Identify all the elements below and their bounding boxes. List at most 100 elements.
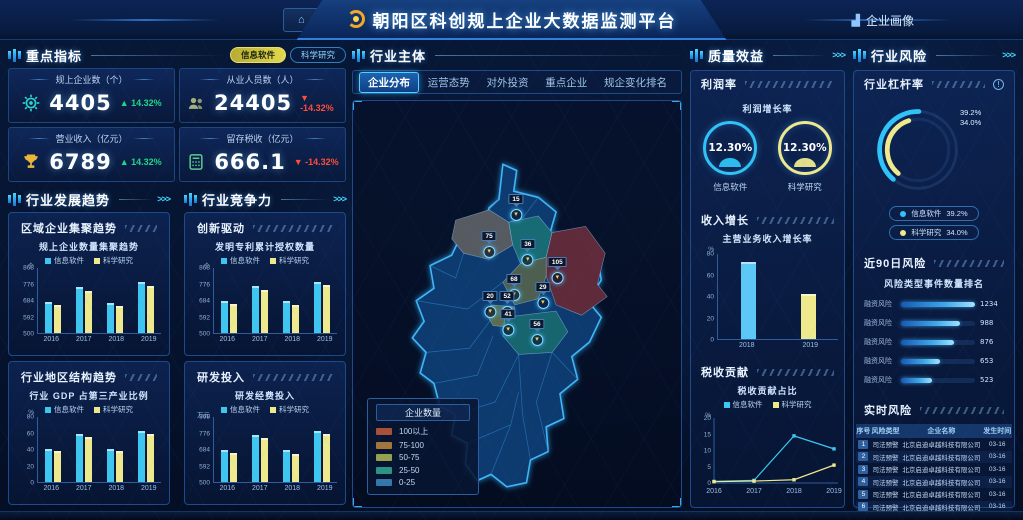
- kpi-card: 从业人员数（人）24405▼ -14.32%: [179, 68, 346, 123]
- risk-rank-row: 融资风险988: [856, 318, 1012, 328]
- kpi-toggle-信息软件[interactable]: 信息软件: [230, 47, 286, 63]
- legend-label: 0-25: [399, 478, 415, 487]
- map-pin[interactable]: 105▾: [548, 257, 567, 284]
- bar: [138, 282, 145, 333]
- legend-swatch: [376, 454, 392, 461]
- tab-运营态势[interactable]: 运营态势: [420, 73, 478, 92]
- map-legend: 企业数量 100以上75-10050-7525-500-25: [367, 398, 479, 495]
- risk-title: 行业风险: [871, 46, 927, 65]
- innovation-panel: 创新驱动 发明专利累计授权数量信息软件科学研究个5005926847768682…: [184, 212, 346, 356]
- tab-企业分布[interactable]: 企业分布: [359, 72, 419, 93]
- competitiveness-more-button[interactable]: >>>: [333, 194, 346, 204]
- line-chart-canvas: 05101520%2016201720182019: [694, 412, 842, 496]
- map-pin[interactable]: 15▾: [508, 194, 523, 221]
- table-cell-seq: 4: [856, 476, 871, 489]
- axis-tick: 684: [199, 298, 210, 305]
- axis-tick: 776: [23, 281, 34, 288]
- bar-group: [221, 268, 237, 333]
- bar: [138, 431, 145, 482]
- section-accent-icon: [8, 49, 21, 62]
- bar: [292, 305, 299, 333]
- map-pin-value: 20: [482, 291, 497, 301]
- axis-label: 2016: [35, 336, 68, 343]
- table-row[interactable]: 2司法预警北京启迪卓越科技有限公司03-16: [856, 451, 1012, 464]
- legend-label: 50-75: [399, 453, 419, 462]
- tab-对外投资[interactable]: 对外投资: [479, 73, 537, 92]
- legend-swatch: [376, 479, 392, 486]
- kpi-card: 营业收入（亿元）6789▲ 14.32%: [8, 127, 175, 182]
- app-title-bar: 朝阳区科创规上企业大数据监测平台: [297, 0, 727, 40]
- leverage-legend: 信息软件39.2%科学研究34.0%: [856, 206, 1012, 240]
- bar: [85, 291, 92, 333]
- x-axis: 2016201720182019: [35, 334, 165, 343]
- risk-rank-chart-title: 风险类型事件数量排名: [856, 277, 1012, 290]
- map-pin[interactable]: 20▾: [482, 291, 497, 318]
- map-pin-value: 52: [500, 291, 515, 301]
- gdp-share-chart: 行业 GDP 占第三产业比例信息软件科学研究%02040608020162017…: [13, 389, 165, 492]
- chart-legend-item: 信息软件: [45, 255, 84, 266]
- platform-logo-icon: [347, 10, 365, 28]
- quality-section-header: 质量效益 >>>: [690, 46, 845, 64]
- industry-tabs: 企业分布运营态势对外投资重点企业规企变化排名: [352, 70, 682, 94]
- bar-group: [283, 417, 299, 482]
- plot-area: [213, 268, 337, 334]
- table-row[interactable]: 1司法预警北京启迪卓越科技有限公司03-16: [856, 438, 1012, 451]
- axis-label: 2017: [244, 336, 277, 343]
- tab-规企变化排名[interactable]: 规企变化排名: [596, 73, 675, 92]
- cluster-trend-panel: 区域企业集聚趋势 规上企业数量集聚趋势信息软件科学研究个500592684776…: [8, 212, 170, 356]
- table-row[interactable]: 3司法预警北京启迪卓越科技有限公司03-16: [856, 463, 1012, 476]
- trend-more-button[interactable]: >>>: [157, 194, 170, 204]
- risk-more-button[interactable]: >>>: [1002, 50, 1015, 60]
- table-cell: 03-16: [982, 463, 1012, 476]
- legend-swatch: [376, 428, 392, 435]
- map-pin-marker-icon: ▾: [537, 297, 549, 309]
- svg-text:15: 15: [703, 431, 711, 438]
- profit-rate-title: 利润率: [701, 76, 737, 92]
- axis-label: 2017: [68, 336, 101, 343]
- kpi-toggle-group: 信息软件科学研究: [230, 47, 346, 63]
- map-pin[interactable]: 75▾: [481, 231, 496, 258]
- bar: [54, 451, 61, 482]
- nav-enterprise-profile[interactable]: ▟ 企业画像: [838, 8, 928, 32]
- table-row[interactable]: 5司法预警北京启迪卓越科技有限公司03-16: [856, 488, 1012, 501]
- bar: [54, 305, 61, 333]
- tab-重点企业[interactable]: 重点企业: [537, 73, 595, 92]
- plot-area: [213, 417, 337, 483]
- legend-label: 100以上: [399, 426, 428, 437]
- section-accent-icon: [853, 49, 866, 62]
- svg-text:%: %: [705, 412, 711, 419]
- district-map-panel: 15▾75▾36▾105▾68▾29▾20▾52▾41▾56▾ 企业数量 100…: [352, 100, 682, 508]
- map-pin[interactable]: 36▾: [520, 239, 535, 266]
- leverage-gauge: 39.2% 34.0%: [856, 96, 1012, 204]
- bar: [45, 302, 52, 333]
- chart-legend: 信息软件科学研究: [189, 404, 341, 415]
- risk-rank-value: 653: [980, 357, 1004, 365]
- map-pin[interactable]: 29▾: [535, 282, 550, 309]
- table-cell-seq: 5: [856, 488, 871, 501]
- tax-contribution-title: 税收贡献: [701, 364, 749, 380]
- map-pin[interactable]: 56▾: [529, 319, 544, 346]
- trophy-icon: [21, 152, 41, 172]
- bar: [76, 434, 83, 482]
- bar-group: [76, 268, 92, 333]
- bar: [323, 434, 330, 482]
- table-row[interactable]: 4司法预警北京启迪卓越科技有限公司03-16: [856, 476, 1012, 489]
- section-accent-icon: [8, 193, 21, 206]
- axis-label: 2018: [100, 485, 133, 492]
- info-icon[interactable]: !: [993, 79, 1004, 90]
- legend-value: 34.0%: [946, 228, 967, 237]
- axis-label: 2019: [309, 336, 342, 343]
- quality-more-button[interactable]: >>>: [832, 50, 845, 60]
- kpi-toggle-科学研究[interactable]: 科学研究: [290, 47, 346, 63]
- bar: [76, 287, 83, 333]
- section-accent-icon: [184, 193, 197, 206]
- chart-title: 行业 GDP 占第三产业比例: [13, 389, 165, 402]
- chart-title: 主营业务收入增长率: [693, 232, 842, 245]
- risk-rank-track: [901, 321, 975, 326]
- map-pin[interactable]: 41▾: [501, 309, 516, 336]
- table-cell: 北京启迪卓越科技有限公司: [900, 463, 982, 476]
- profit-chart-title: 利润增长率: [693, 102, 842, 115]
- rnd-panel-title: 研发投入: [197, 369, 245, 385]
- legend-name: 信息软件: [911, 208, 941, 219]
- cluster-trend-panel-title: 区域企业集聚趋势: [21, 220, 117, 236]
